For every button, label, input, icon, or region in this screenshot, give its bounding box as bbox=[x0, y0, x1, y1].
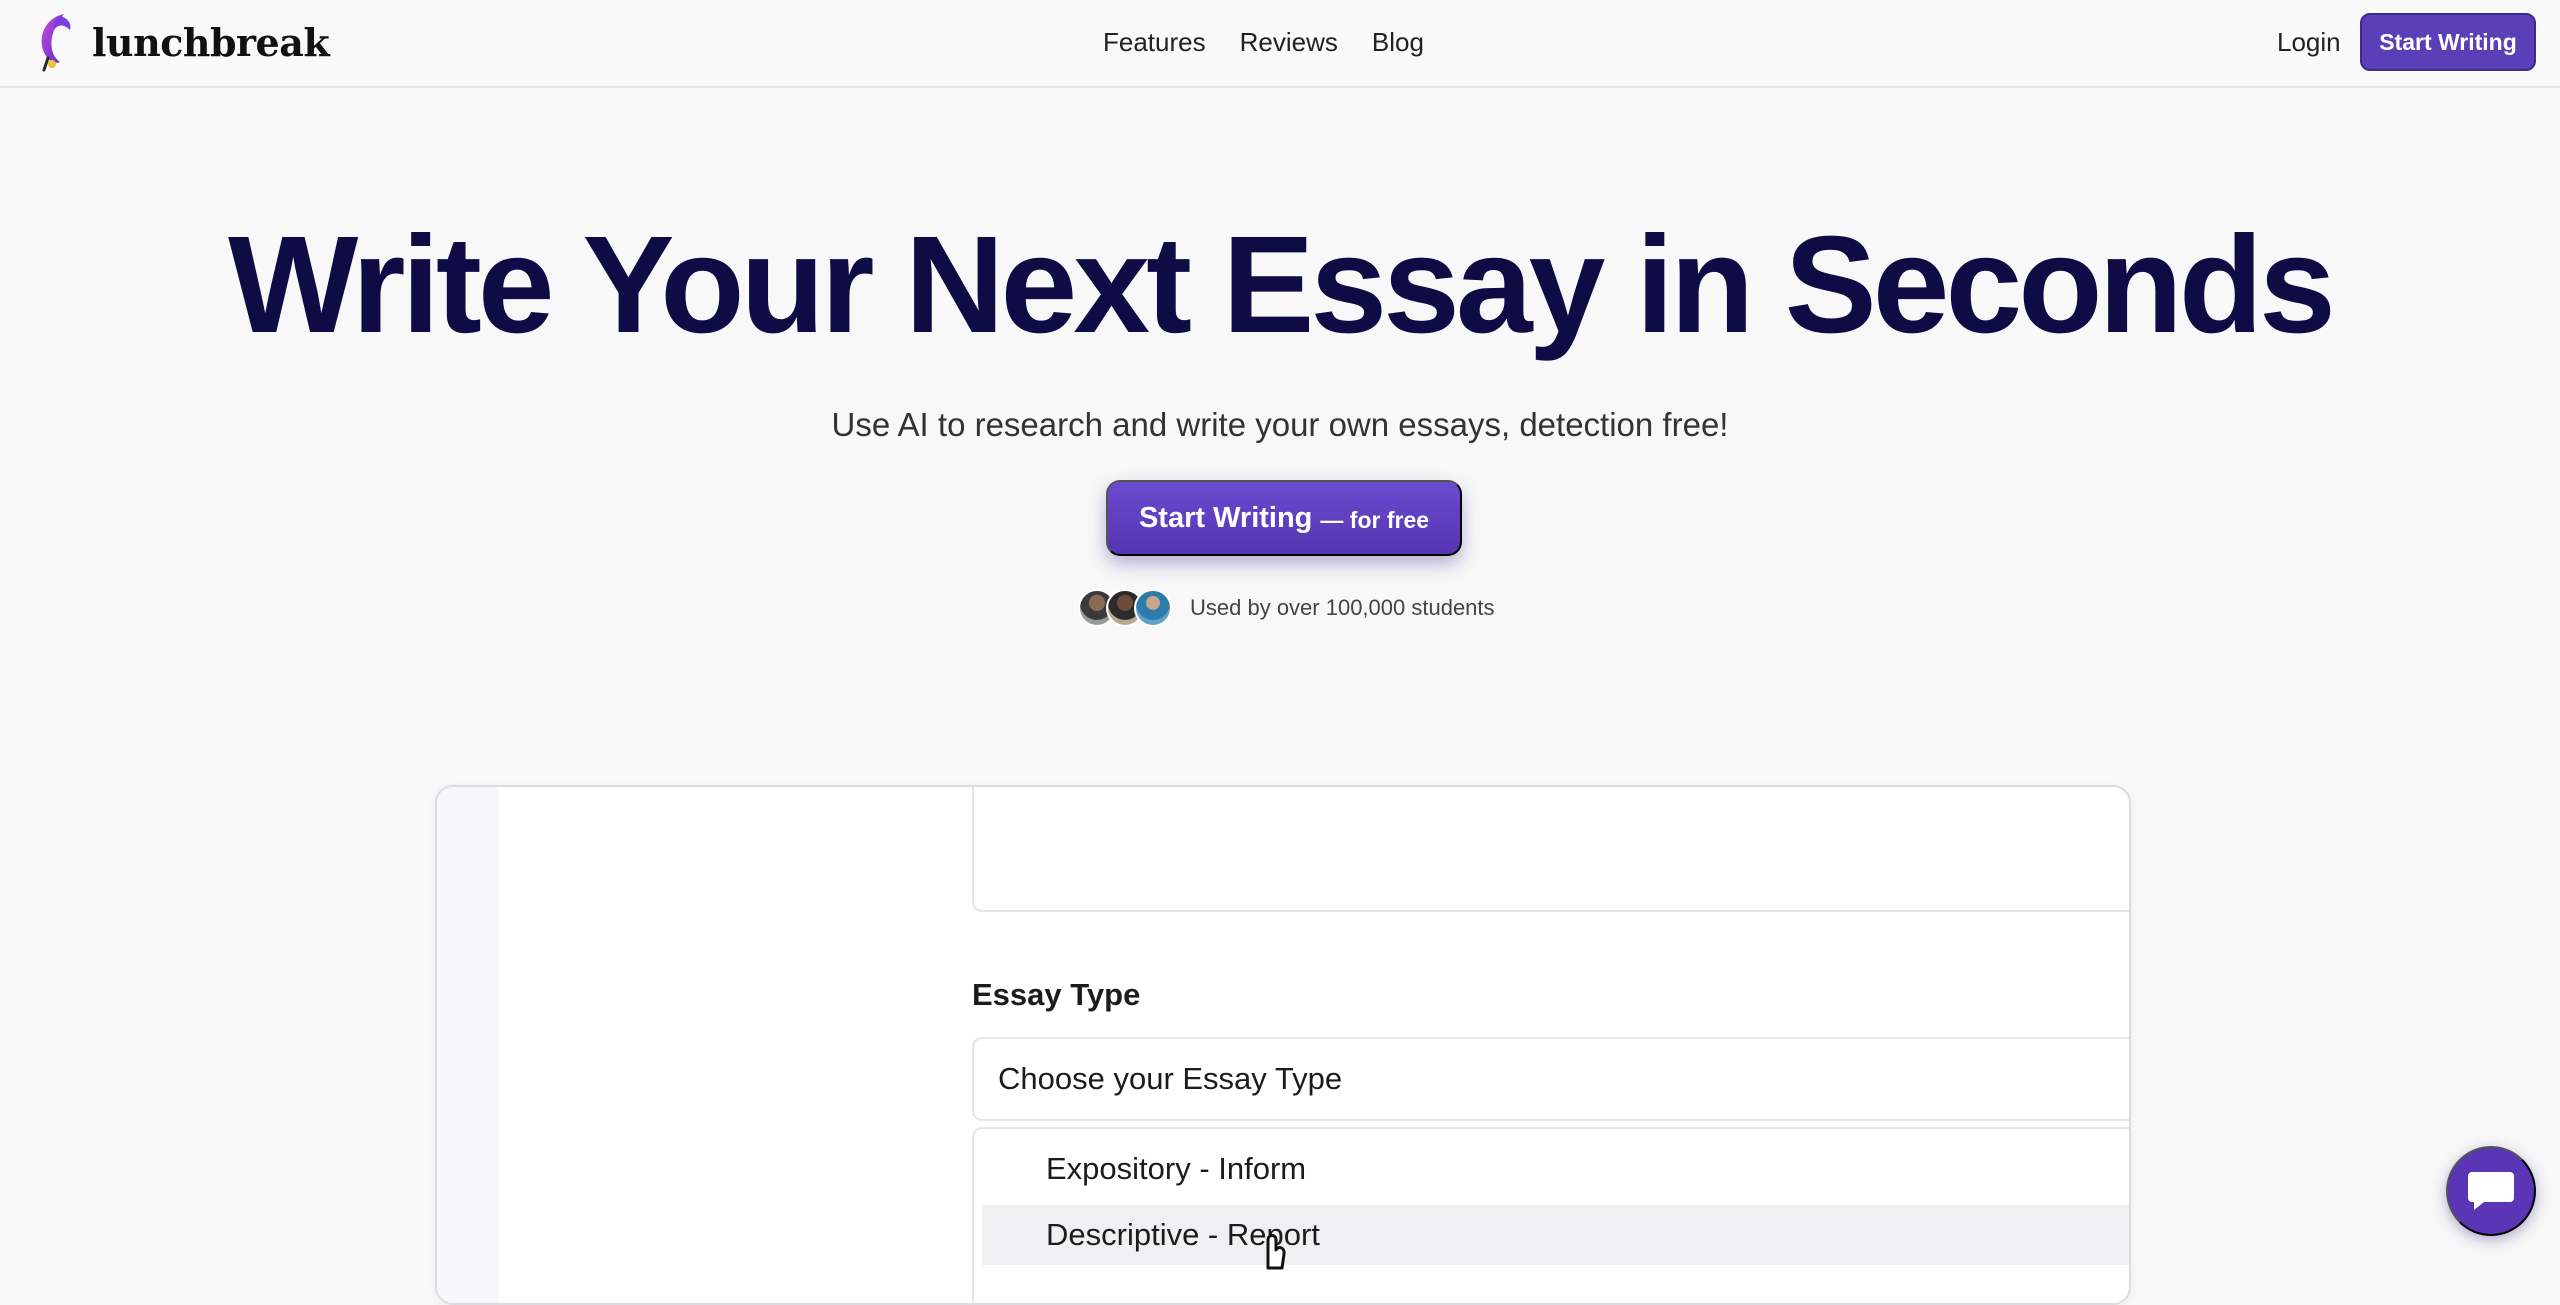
login-link[interactable]: Login bbox=[2277, 22, 2341, 62]
chat-bubble-icon bbox=[2468, 1172, 2514, 1210]
nav-link-reviews[interactable]: Reviews bbox=[1240, 22, 1338, 62]
navbar: lunchbreak Features Reviews Blog Login S… bbox=[0, 0, 2560, 88]
brand-logo[interactable]: lunchbreak bbox=[34, 10, 330, 74]
nav-link-blog[interactable]: Blog bbox=[1372, 22, 1424, 62]
demo-sidebar bbox=[437, 787, 499, 1303]
hero-cta-label: Start Writing bbox=[1138, 501, 1313, 534]
social-proof-text: Used by over 100,000 students bbox=[1190, 595, 1495, 620]
essay-prompt-textarea[interactable] bbox=[972, 787, 2129, 912]
avatar bbox=[1134, 589, 1172, 627]
student-avatars bbox=[1078, 589, 1172, 627]
nav-links: Features Reviews Blog bbox=[1103, 22, 1424, 62]
brand-name: lunchbreak bbox=[92, 19, 330, 65]
essay-type-dropdown: Expository - Inform Descriptive - Report bbox=[972, 1127, 2129, 1303]
essay-type-label: Essay Type bbox=[972, 977, 1141, 1012]
demo-preview-card: Essay Type Choose your Essay Type Exposi… bbox=[435, 785, 2131, 1305]
dropdown-option-descriptive[interactable]: Descriptive - Report bbox=[982, 1205, 2129, 1265]
nav-link-features[interactable]: Features bbox=[1103, 22, 1206, 62]
chat-button[interactable] bbox=[2446, 1146, 2536, 1236]
hero-start-writing-button[interactable]: Start Writing — for free bbox=[1106, 480, 1462, 556]
dropdown-option-expository[interactable]: Expository - Inform bbox=[982, 1139, 2129, 1199]
essay-type-select[interactable]: Choose your Essay Type bbox=[972, 1037, 2129, 1121]
start-writing-button[interactable]: Start Writing bbox=[2360, 13, 2536, 71]
social-proof: Used by over 100,000 students bbox=[1078, 588, 1495, 628]
hero-title: Write Your Next Essay in Seconds bbox=[228, 208, 2336, 362]
feather-quill-icon bbox=[41, 14, 71, 72]
hero-cta-suffix: — for free bbox=[1320, 506, 1430, 533]
hand-cursor-icon bbox=[1266, 1234, 1286, 1270]
hero-subtitle: Use AI to research and write your own es… bbox=[831, 406, 1729, 443]
